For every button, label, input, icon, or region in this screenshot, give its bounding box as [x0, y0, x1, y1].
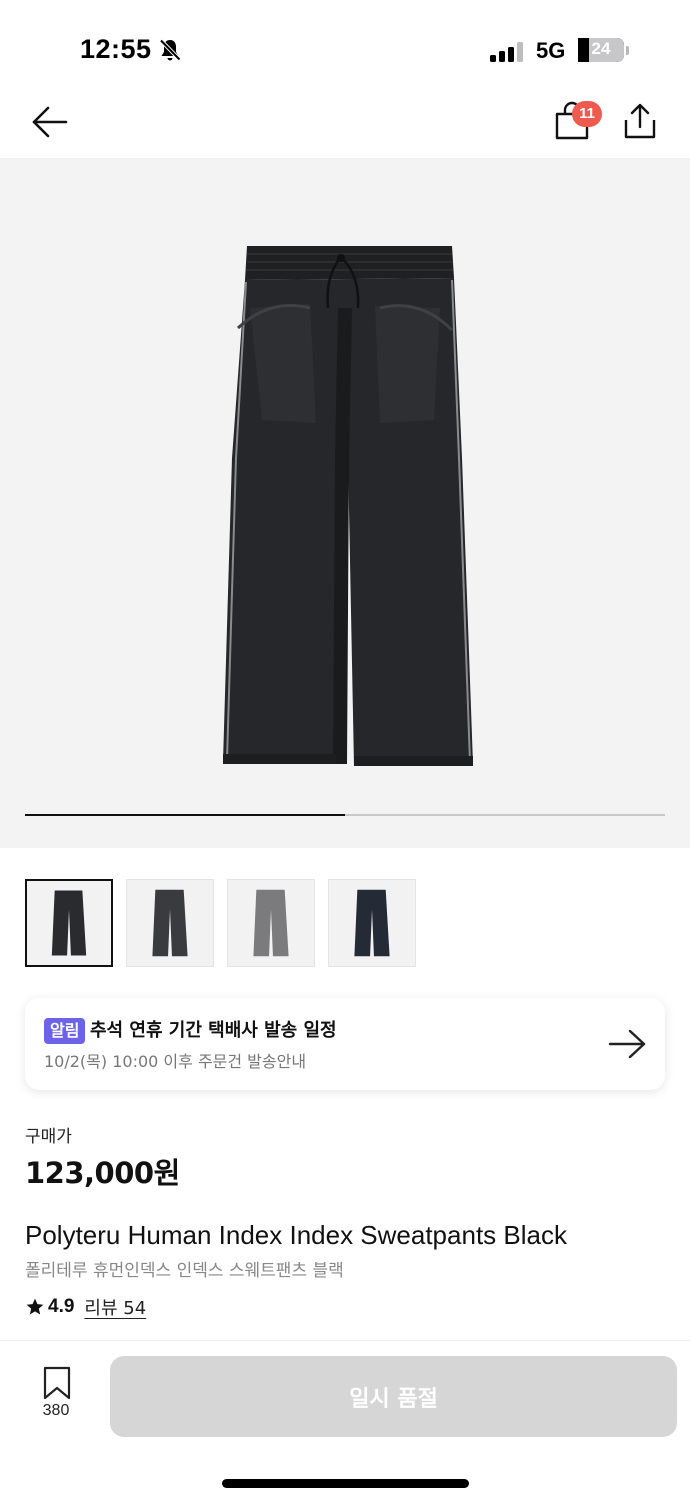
status-time: 12:55: [80, 34, 152, 64]
bell-slash-icon: [159, 39, 181, 61]
image-carousel-progress: [25, 814, 665, 816]
arrow-right-icon: [608, 1029, 646, 1059]
rating-row: 4.9 리뷰 54: [25, 1294, 146, 1320]
thumbnail-charcoal[interactable]: [126, 879, 214, 967]
price-label: 구매가: [25, 1127, 72, 1147]
thumbnail-grey[interactable]: [227, 879, 315, 967]
thumbnail-image: [354, 889, 390, 957]
thumbnail-image: [51, 890, 87, 956]
sold-out-button[interactable]: 일시 품절: [110, 1356, 677, 1437]
sweatpants-illustration: [223, 246, 473, 766]
network-type: 5G: [536, 38, 566, 63]
notice-title: 추석 연휴 기간 택배사 발송 일정: [90, 1020, 337, 1041]
thumbnail-navy[interactable]: [328, 879, 416, 967]
notice-subtitle: 10/2(목) 10:00 이후 주문건 발송안내: [44, 1052, 307, 1071]
divider: [0, 1340, 690, 1341]
product-name: Polyteru Human Index Index Sweatpants Bl…: [25, 1220, 567, 1250]
carousel-progress-fill: [25, 814, 345, 816]
signal-icon: [490, 42, 524, 62]
arrow-left-icon[interactable]: [28, 102, 72, 142]
rating-value: 4.9: [48, 1296, 75, 1317]
product-image[interactable]: [0, 158, 690, 848]
notice-badge: 알림: [44, 1018, 86, 1044]
cart-count-badge: 11: [572, 101, 602, 127]
shipping-notice-card[interactable]: 알림 추석 연휴 기간 택배사 발송 일정 10/2(목) 10:00 이후 주…: [25, 998, 665, 1090]
thumbnail-image: [152, 889, 188, 957]
product-name-korean: 폴리테루 휴먼인덱스 인덱스 스웨트팬츠 블랙: [25, 1261, 344, 1281]
home-indicator: [222, 1479, 469, 1488]
bookmark-button[interactable]: 380: [30, 1366, 82, 1426]
price: 123,000원: [25, 1156, 180, 1190]
battery-percent: 24: [591, 39, 611, 58]
battery-icon: 24: [578, 38, 624, 62]
thumbnail-black[interactable]: [25, 879, 113, 967]
review-link[interactable]: 리뷰 54: [84, 1294, 146, 1320]
status-bar: 12:55 5G 24: [0, 0, 690, 90]
bookmark-icon: [43, 1366, 71, 1400]
thumbnail-strip: [25, 879, 416, 967]
bookmark-count: 380: [42, 1402, 70, 1419]
star-icon: [26, 1298, 44, 1315]
thumbnail-image: [253, 889, 289, 957]
battery-tip: [626, 46, 629, 55]
share-icon[interactable]: [620, 100, 660, 142]
